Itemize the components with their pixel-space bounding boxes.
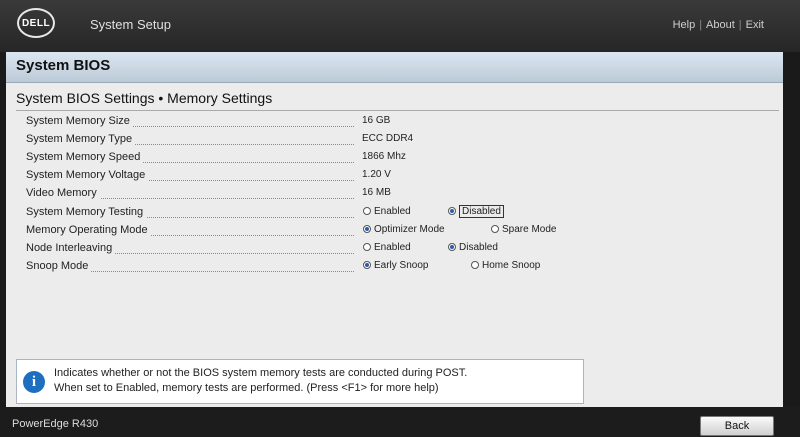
radio-circle <box>363 207 371 215</box>
setting-row-memory-type: System Memory Type ECC DDR4 <box>26 133 783 151</box>
setting-label: Video Memory <box>26 187 100 199</box>
about-link[interactable]: About <box>706 19 735 31</box>
setting-label: System Memory Testing <box>26 206 147 218</box>
info-icon: i <box>23 371 45 393</box>
setting-row-memory-speed: System Memory Speed 1866 Mhz <box>26 151 783 169</box>
setting-label: Snoop Mode <box>26 260 92 272</box>
radio-circle <box>363 243 371 251</box>
help-line-2: When set to Enabled, memory tests are pe… <box>54 382 439 394</box>
dell-logo: DELL <box>17 8 55 38</box>
radio-circle-selected <box>363 261 371 269</box>
footer-bar: PowerEdge R430 Back <box>0 407 800 437</box>
setting-label: System Memory Type <box>26 133 136 145</box>
setting-row-memory-testing: System Memory Testing Enabled Disabled <box>26 205 783 224</box>
radio-circle <box>491 225 499 233</box>
setting-value: 1866 Mhz <box>362 151 406 162</box>
node-interleaving-disabled-radio[interactable]: Disabled <box>448 242 498 253</box>
setting-row-memory-size: System Memory Size 16 GB <box>26 115 783 133</box>
setting-value: 1.20 V <box>362 169 391 180</box>
help-line-1: Indicates whether or not the BIOS system… <box>54 367 468 379</box>
back-button[interactable]: Back <box>700 416 774 436</box>
radio-circle <box>471 261 479 269</box>
snoop-mode-early-radio[interactable]: Early Snoop <box>363 260 428 271</box>
title-divider <box>16 110 779 111</box>
main-panel: System BIOS System BIOS Settings • Memor… <box>6 52 783 407</box>
operating-mode-optimizer-radio[interactable]: Optimizer Mode <box>363 224 445 235</box>
page-title: System BIOS Settings • Memory Settings <box>16 90 273 106</box>
setting-row-operating-mode: Memory Operating Mode Optimizer Mode Spa… <box>26 224 783 242</box>
setting-value: 16 GB <box>362 115 391 126</box>
help-link[interactable]: Help <box>673 19 696 31</box>
help-text: Indicates whether or not the BIOS system… <box>54 366 467 396</box>
band-title: System BIOS <box>16 57 111 74</box>
setting-value: 16 MB <box>362 187 391 198</box>
node-interleaving-enabled-radio[interactable]: Enabled <box>363 242 411 253</box>
setting-label: System Memory Speed <box>26 151 144 163</box>
help-panel: i Indicates whether or not the BIOS syst… <box>16 359 584 404</box>
snoop-mode-home-radio[interactable]: Home Snoop <box>471 260 540 271</box>
setting-value: ECC DDR4 <box>362 133 414 144</box>
link-separator: | <box>699 19 703 31</box>
app-title: System Setup <box>90 17 171 32</box>
radio-circle-selected <box>448 207 456 215</box>
operating-mode-spare-radio[interactable]: Spare Mode <box>491 224 556 235</box>
memory-testing-disabled-radio[interactable]: Disabled <box>448 205 504 218</box>
link-separator: | <box>738 19 742 31</box>
setting-row-memory-voltage: System Memory Voltage 1.20 V <box>26 169 783 187</box>
model-name: PowerEdge R430 <box>12 418 99 430</box>
exit-link[interactable]: Exit <box>746 19 764 31</box>
setting-label: Node Interleaving <box>26 242 116 254</box>
radio-circle-selected <box>448 243 456 251</box>
setting-row-node-interleaving: Node Interleaving Enabled Disabled <box>26 242 783 260</box>
header-bar: DELL System Setup Help | About | Exit <box>0 0 800 52</box>
memory-testing-enabled-radio[interactable]: Enabled <box>363 206 411 217</box>
setting-row-video-memory: Video Memory 16 MB <box>26 187 783 205</box>
section-band: System BIOS <box>6 52 783 83</box>
setting-row-snoop-mode: Snoop Mode Early Snoop Home Snoop <box>26 260 783 278</box>
setting-label: System Memory Size <box>26 115 133 127</box>
setting-label: System Memory Voltage <box>26 169 149 181</box>
header-links: Help | About | Exit <box>673 19 764 31</box>
setting-label: Memory Operating Mode <box>26 224 151 236</box>
radio-circle-selected <box>363 225 371 233</box>
